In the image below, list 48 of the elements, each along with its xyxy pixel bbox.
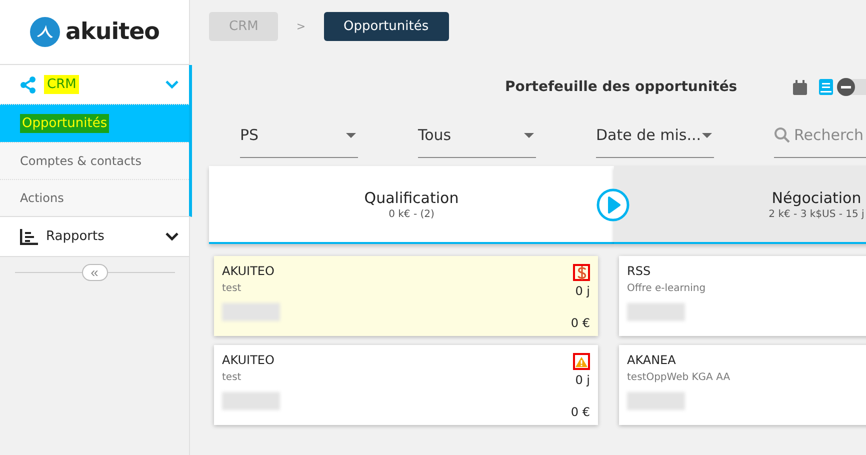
sidebar-item[interactable]: Actions [0,179,189,216]
search-icon [774,127,790,143]
opportunity-subject: test [222,283,242,294]
opportunity-subject: testOppWeb KGA AA [627,372,730,383]
days-count: 0 j [575,373,590,387]
blurred-text [222,303,280,321]
column-summary: 0 k€ - (2) [388,208,434,220]
filter-dropdown[interactable]: Tous [418,113,536,158]
collapse-button[interactable]: « [82,264,108,280]
filter-dropdown[interactable]: PS [240,113,358,158]
breadcrumb-separator: > [296,20,306,33]
company-name: AKUITEO [222,264,276,278]
logo-text: akuiteo [66,19,160,45]
opportunity-subject: test [222,372,242,383]
amount: 0 € [570,316,590,330]
column-header[interactable]: Négociation 2 k€ - 3 k$US - 15 j [614,166,866,244]
column-title: Négociation [772,188,862,206]
amount: 0 € [570,405,590,419]
logo-icon [30,17,60,47]
calendar-icon[interactable] [793,80,808,94]
opportunity-card[interactable]: RSS Offre e-learning [619,256,866,336]
opportunity-card[interactable]: AKUITEO test 0 j 0 € [214,256,598,336]
blurred-text [627,392,685,410]
column-header[interactable]: Qualification 0 k€ - (2) [209,166,614,244]
column-summary: 2 k€ - 3 k$US - 15 j [768,208,864,220]
breadcrumb-item[interactable]: Opportunités [324,12,449,41]
filter-dropdown[interactable]: Date de mis... [596,113,714,158]
blurred-text [627,303,685,321]
warning-icon [573,353,590,370]
opportunity-card[interactable]: AKANEA testOppWeb KGA AA [619,345,866,425]
section-label: Rapports [46,229,106,244]
dollar-icon [573,264,590,281]
column-title: Qualification [364,188,459,206]
share-icon [20,76,36,94]
company-name: AKUITEO [222,353,276,367]
days-count: 0 j [575,284,590,298]
company-name: AKANEA [627,353,677,367]
bar-chart-icon [20,228,38,244]
search-field[interactable]: Recherch [794,126,866,144]
page-title: Portefeuille des opportunités [505,79,738,95]
sidebar-item[interactable]: Comptes & contacts [0,142,189,179]
company-name: RSS [627,264,652,278]
sidebar-section[interactable]: Rapports [0,217,189,256]
section-label: CRM [44,75,80,94]
opportunity-card[interactable]: AKUITEO test 0 j 0 € [214,345,598,425]
opportunity-subject: Offre e-learning [627,283,706,294]
toggle-switch[interactable] [837,79,866,95]
blurred-text [222,392,280,410]
